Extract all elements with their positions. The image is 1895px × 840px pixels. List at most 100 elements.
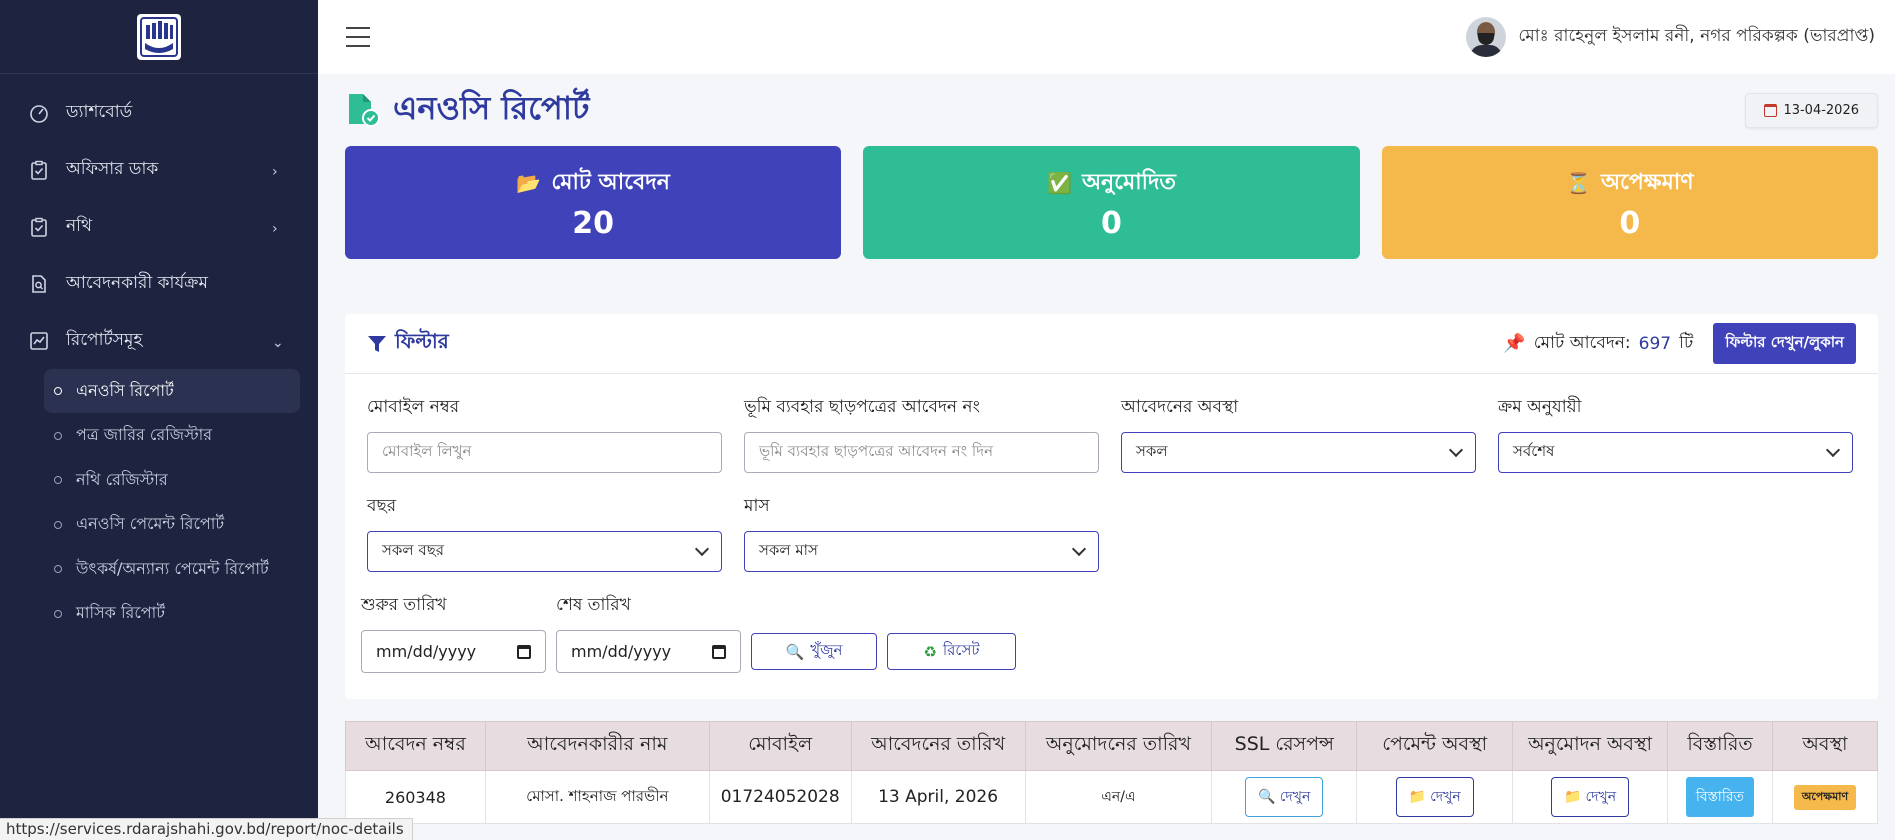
sidebar-item-label: অফিসার ডাক: [66, 158, 159, 179]
filter-title-text: ফিল্টার: [395, 329, 449, 353]
filter-panel: ফিল্টার 📌 মোট আবেদন: 697 টি ফিল্টার দেখু…: [345, 314, 1878, 699]
month-select-value: সকল মাস: [759, 541, 818, 559]
summary-cards: 📂 মোট আবেদন 20 ✅ অনুমোদিত 0 ⏳ অপেক্ষমাণ 0: [345, 146, 1878, 259]
sidebar-subitem-file-register[interactable]: নথি রেজিস্টার: [44, 458, 300, 502]
sidebar-item-label: নথি: [66, 215, 93, 236]
sidebar-item-officer-mail[interactable]: অফিসার ডাক ›: [0, 141, 318, 198]
month-select[interactable]: সকল মাস: [744, 531, 1099, 572]
sidebar-subitem-label: উৎকর্ষ/অন্যান্য পেমেন্ট রিপোর্ট: [76, 558, 269, 578]
main-content: এনওসি রিপোর্ট 13-04-2026 📂 মোট আবেদন 20 ✅…: [345, 74, 1879, 824]
calendar-icon[interactable]: [517, 644, 531, 659]
column-header[interactable]: অবস্থা: [1771, 721, 1879, 771]
cell-payment: 📁 দেখুন: [1356, 770, 1514, 824]
hourglass-icon: ⏳: [1566, 171, 1591, 195]
approval-view-button[interactable]: 📁 দেখুন: [1551, 777, 1630, 817]
cell-details: বিস্তারিত: [1667, 770, 1773, 824]
cell-approved-date: এন/এ: [1024, 770, 1213, 824]
card-title: অনুমোদিত: [1081, 169, 1176, 195]
folder-icon: 📂: [516, 171, 542, 195]
sidebar-subitem-noc-report[interactable]: এনওসি রিপোর্ট: [44, 369, 300, 413]
chevron-down-icon: [1071, 541, 1087, 556]
folder-icon: 📁: [1408, 789, 1427, 805]
order-select-value: সর্বশেষ: [1513, 442, 1555, 460]
land-use-label: ভূমি ব্যবহার ছাড়পত্রের আবেদন নং: [744, 397, 980, 417]
sidebar-subitem-label: পত্র জারির রেজিস্টার: [76, 425, 213, 444]
sidebar-item-files[interactable]: নথি ›: [0, 198, 318, 255]
reset-button[interactable]: ♻ রিসেট: [887, 633, 1016, 670]
sidebar-item-label: ড্যাশবোর্ড: [66, 101, 133, 122]
calendar-icon[interactable]: [712, 644, 726, 659]
ssl-view-button[interactable]: 🔍 দেখুন: [1245, 777, 1324, 817]
column-header[interactable]: অনুমোদন অবস্থা: [1512, 721, 1669, 771]
land-use-input[interactable]: ভূমি ব্যবহার ছাড়পত্রের আবেদন নং দিন: [744, 432, 1099, 473]
sidebar-item-reports[interactable]: রিপোর্টসমূহ ⌄: [0, 312, 318, 369]
card-value: 0: [1619, 205, 1641, 241]
end-date-value: mm/dd/yyyy: [571, 642, 672, 661]
mobile-input[interactable]: মোবাইল লিখুন: [367, 432, 722, 473]
sidebar-item-dashboard[interactable]: ড্যাশবোর্ড: [0, 84, 318, 141]
card-value: 0: [1101, 205, 1122, 241]
payment-view-button[interactable]: 📁 দেখুন: [1395, 777, 1474, 817]
sidebar-subitem-letter-register[interactable]: পত্র জারির রেজিস্টার: [44, 414, 300, 458]
search-button[interactable]: 🔍 খুঁজুন: [751, 633, 877, 670]
sidebar-subitem-label: এনওসি পেমেন্ট রিপোর্ট: [76, 514, 225, 533]
status-badge: অপেক্ষমাণ: [1793, 784, 1857, 810]
toggle-filter-button[interactable]: ফিল্টার দেখুন/লুকান: [1713, 323, 1856, 364]
cell-ssl: 🔍 দেখুন: [1211, 770, 1358, 824]
mobile-label: মোবাইল নম্বর: [367, 397, 460, 417]
check-box-icon: ✅: [1047, 171, 1072, 195]
logo-emblem-icon: [140, 16, 178, 57]
bullet-icon: [54, 431, 62, 440]
column-header[interactable]: আবেদনকারীর নাম: [484, 721, 710, 771]
card-approved: ✅ অনুমোদিত 0: [863, 146, 1360, 259]
details-button[interactable]: বিস্তারিত: [1685, 777, 1755, 817]
sidebar-item-applicant-activity[interactable]: আবেদনকারী কার্যক্রম: [0, 255, 318, 312]
approval-view-label: দেখুন: [1585, 789, 1617, 805]
start-date-input[interactable]: mm/dd/yyyy: [361, 630, 546, 673]
date-text: 13-04-2026: [1783, 102, 1859, 118]
chevron-right-icon: ›: [272, 220, 278, 237]
sidebar-subitem-monthly-report[interactable]: মাসিক রিপোর্ট: [44, 592, 300, 636]
topbar: মোঃ রাহেনুল ইসলাম রনী, নগর পরিকল্পক (ভার…: [318, 0, 1895, 74]
column-header[interactable]: মোবাইল: [708, 721, 852, 771]
status-label: আবেদনের অবস্থা: [1121, 397, 1239, 417]
search-icon: 🔍: [785, 642, 805, 661]
bullet-icon: [54, 565, 62, 573]
column-header[interactable]: বিস্তারিত: [1667, 721, 1773, 771]
column-header[interactable]: আবেদনের তারিখ: [850, 721, 1026, 771]
reset-button-label: রিসেট: [942, 641, 980, 659]
sidebar-subitem-label: এনওসি রিপোর্ট: [76, 380, 174, 400]
column-header[interactable]: অনুমোদনের তারিখ: [1024, 721, 1213, 771]
bullet-icon: [54, 476, 62, 484]
end-date-input[interactable]: mm/dd/yyyy: [556, 630, 741, 673]
page-title-text: এনওসি রিপোর্ট: [393, 89, 590, 127]
search-button-label: খুঁজুন: [810, 641, 843, 659]
sidebar-subitem-noc-payment-report[interactable]: এনওসি পেমেন্ট রিপোর্ট: [44, 503, 300, 547]
column-header[interactable]: SSL রেসপন্স: [1211, 721, 1358, 771]
user-menu[interactable]: মোঃ রাহেনুল ইসলাম রনী, নগর পরিকল্পক (ভার…: [1466, 17, 1875, 57]
cell-applied-date: 13 April, 2026: [850, 770, 1026, 824]
start-date-value: mm/dd/yyyy: [376, 642, 477, 661]
column-header[interactable]: পেমেন্ট অবস্থা: [1356, 721, 1514, 771]
logo[interactable]: [137, 13, 181, 60]
year-label: বছর: [367, 496, 397, 516]
sidebar-subitem-label: নথি রেজিস্টার: [76, 469, 168, 489]
year-select-value: সকল বছর: [382, 541, 445, 559]
count-label: মোট আবেদন:: [1533, 332, 1631, 353]
hamburger-menu-icon[interactable]: [346, 27, 370, 47]
sidebar-subitem-other-payment-report[interactable]: উৎকর্ষ/অন্যান্য পেমেন্ট রিপোর্ট: [44, 547, 300, 591]
count-value: 697: [1638, 333, 1672, 354]
year-select[interactable]: সকল বছর: [367, 531, 722, 572]
order-select[interactable]: সর্বশেষ: [1498, 432, 1853, 473]
status-select[interactable]: সকল: [1121, 432, 1476, 473]
ssl-view-label: দেখুন: [1279, 789, 1311, 805]
clipboard-check-icon: [28, 216, 50, 238]
clipboard-check-icon: [28, 159, 50, 181]
column-header[interactable]: আবেদন নম্বর: [345, 721, 486, 771]
cell-status: অপেক্ষমাণ: [1771, 770, 1879, 824]
cell-applicant-name: মোসা. শাহনাজ পারভীন: [484, 770, 710, 824]
count-suffix: টি: [1679, 332, 1694, 353]
file-check-icon: [349, 94, 380, 127]
chevron-down-icon: [694, 541, 710, 556]
file-search-icon: [28, 273, 50, 295]
